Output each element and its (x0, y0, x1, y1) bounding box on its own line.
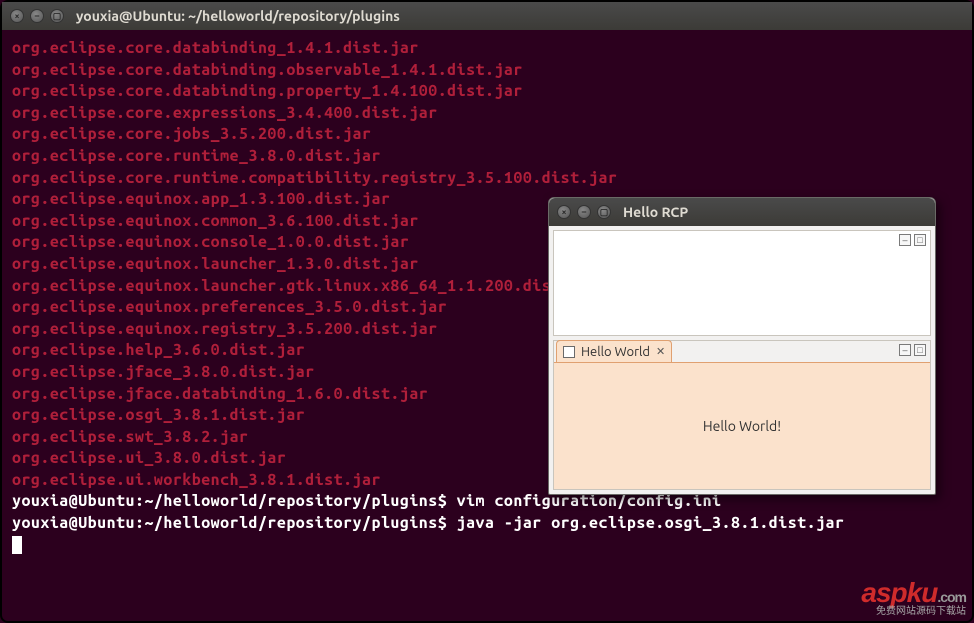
tab-label: Hello World (581, 345, 650, 359)
file-line: org.eclipse.core.runtime.compatibility.r… (12, 168, 962, 190)
minimize-icon[interactable]: – (577, 205, 591, 219)
tab-row: Hello World ✕ (554, 341, 930, 363)
pane-controls: – □ (899, 234, 926, 246)
window-buttons: × – ▢ (10, 9, 64, 23)
watermark-tld: .com (937, 589, 966, 605)
watermark: aspku.com 免费网站源码下载站 (861, 579, 966, 617)
file-line: org.eclipse.core.runtime_3.8.0.dist.jar (12, 146, 962, 168)
hello-world-label: Hello World! (703, 418, 781, 434)
file-line: org.eclipse.core.jobs_3.5.200.dist.jar (12, 124, 962, 146)
close-tab-icon[interactable]: ✕ (656, 345, 665, 358)
maximize-icon[interactable]: ▢ (50, 9, 64, 23)
rcp-title: Hello RCP (623, 204, 688, 220)
view-icon (563, 346, 575, 358)
empty-pane: – □ (553, 230, 931, 336)
pane-controls: – □ (899, 344, 926, 356)
terminal-titlebar: × – ▢ youxia@Ubuntu: ~/helloworld/reposi… (2, 2, 972, 30)
file-line: org.eclipse.core.databinding_1.4.1.dist.… (12, 38, 962, 60)
minimize-pane-icon[interactable]: – (899, 234, 911, 246)
minimize-pane-icon[interactable]: – (899, 344, 911, 356)
watermark-brand: aspku (861, 577, 937, 608)
maximize-pane-icon[interactable]: □ (914, 234, 926, 246)
cursor (12, 535, 962, 557)
prompt-line: youxia@Ubuntu:~/helloworld/repository/pl… (12, 513, 962, 535)
minimize-icon[interactable]: – (30, 9, 44, 23)
maximize-pane-icon[interactable]: □ (914, 344, 926, 356)
file-line: org.eclipse.core.databinding.observable_… (12, 60, 962, 82)
rcp-titlebar[interactable]: × – ▢ Hello RCP (549, 198, 935, 226)
close-icon[interactable]: × (10, 9, 24, 23)
watermark-subtitle: 免费网站源码下载站 (876, 606, 966, 617)
terminal-title: youxia@Ubuntu: ~/helloworld/repository/p… (76, 8, 400, 24)
maximize-icon[interactable]: ▢ (597, 205, 611, 219)
file-line: org.eclipse.core.expressions_3.4.400.dis… (12, 103, 962, 125)
close-icon[interactable]: × (557, 205, 571, 219)
view-pane: – □ Hello World ✕ Hello World! (553, 340, 931, 490)
tab-hello-world[interactable]: Hello World ✕ (556, 340, 672, 362)
rcp-body: – □ – □ Hello World ✕ Hello World! (549, 226, 935, 494)
file-line: org.eclipse.core.databinding.property_1.… (12, 81, 962, 103)
rcp-window[interactable]: × – ▢ Hello RCP – □ – □ Hello World ✕ (548, 197, 936, 495)
view-content: Hello World! (554, 363, 930, 489)
window-buttons: × – ▢ (557, 205, 611, 219)
